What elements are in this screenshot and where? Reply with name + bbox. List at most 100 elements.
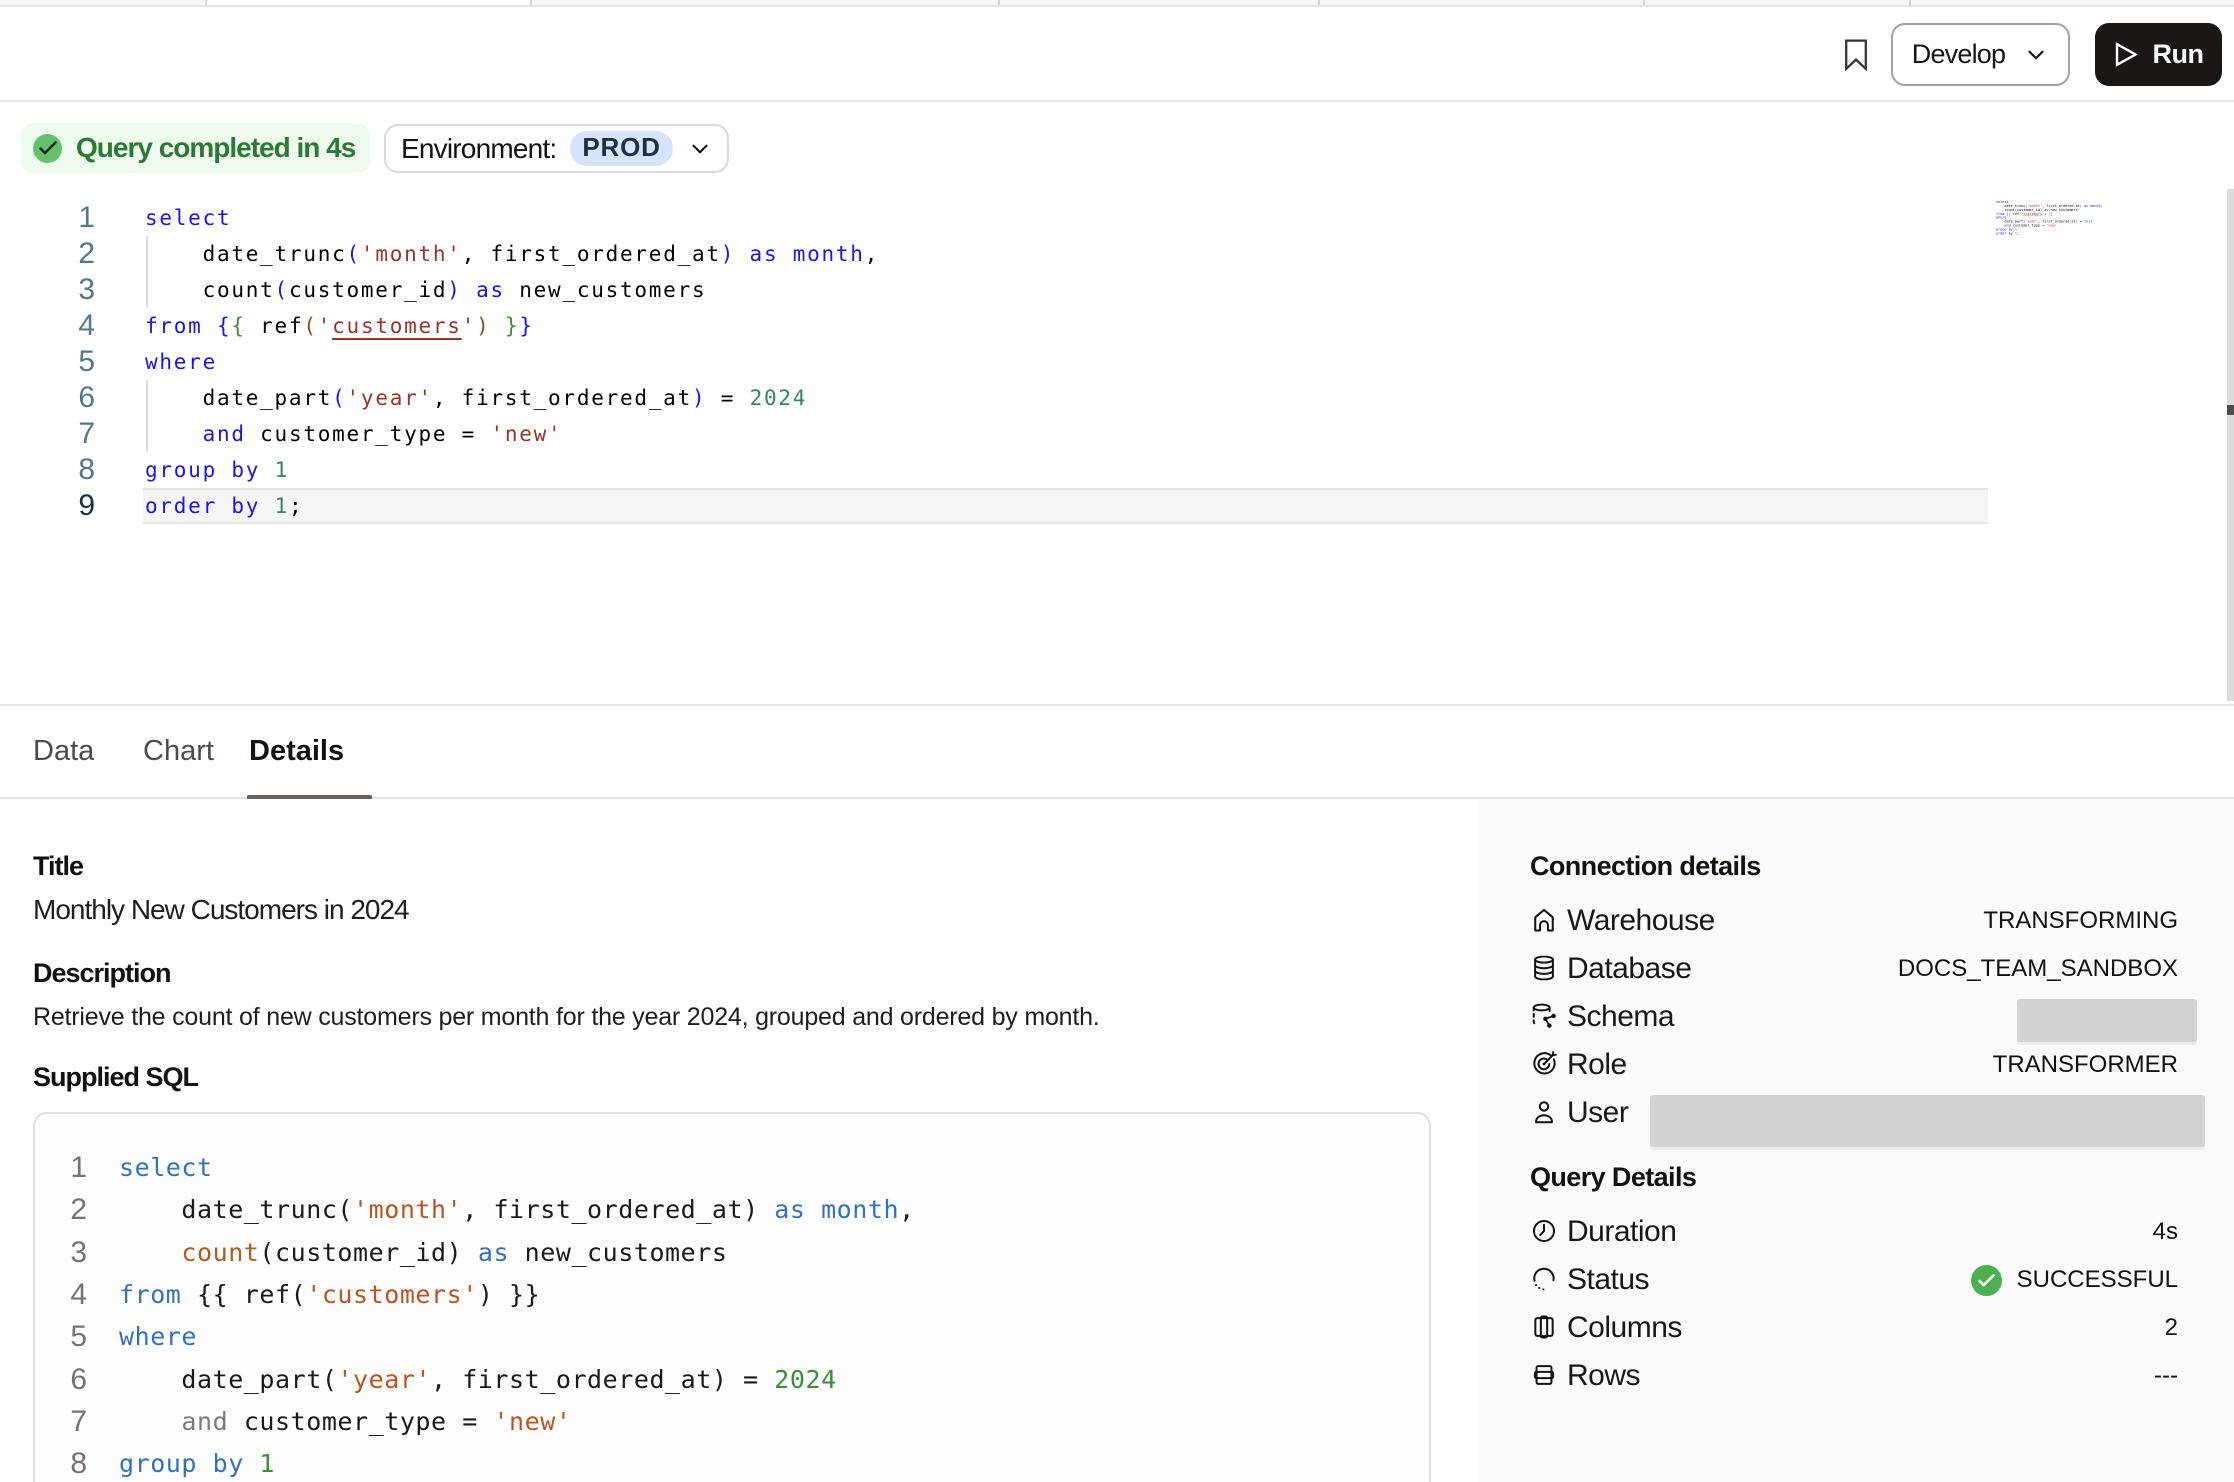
detail-value: 2	[2165, 1304, 2178, 1352]
bookmark-button[interactable]	[1827, 23, 1885, 86]
supplied-sql-code-block: 1 select2 date_trunc('month', first_order…	[33, 1112, 1431, 1482]
editor-line[interactable]: 8 group by 1	[0, 452, 2234, 488]
code-line: from {{ ref('customers') }}	[119, 1274, 540, 1316]
code-line: date_trunc('month', first_ordered_at) as…	[119, 1189, 915, 1231]
develop-button-label: Develop	[1912, 39, 2005, 70]
tab-separator	[530, 0, 532, 5]
editor-line[interactable]: 3 count(customer_id) as new_customers	[0, 272, 2234, 308]
role-icon	[1530, 1050, 1560, 1080]
title-value: Monthly New Customers in 2024	[33, 894, 409, 926]
detail-label: User	[1567, 1089, 1628, 1137]
sql-line: 2 date_trunc('month', first_ordered_at) …	[35, 1189, 1425, 1231]
detail-label: Schema	[1567, 993, 1674, 1041]
code-line: date_part('year', first_ordered_at) = 20…	[119, 1359, 837, 1401]
code-line: count(customer_id) as new_customers	[119, 1232, 727, 1274]
detail-value: TRANSFORMER	[1993, 1041, 2178, 1089]
detail-row: StatusSUCCESSFUL	[1530, 1256, 2234, 1304]
environment-value-badge: PROD	[570, 131, 672, 166]
code-line: where	[119, 1316, 197, 1358]
detail-row: Role TRANSFORMER	[1530, 1041, 2234, 1089]
results-tab-bar: Data Chart Details	[0, 706, 2234, 799]
sql-line: 3 count(customer_id) as new_customers	[35, 1232, 1425, 1274]
indent-guide	[146, 236, 148, 308]
detail-label: Rows	[1567, 1352, 1640, 1400]
detail-row: WarehouseTRANSFORMING	[1530, 897, 2234, 945]
query-status-text: Query completed in 4s	[76, 132, 355, 164]
redacted-value	[2017, 999, 2197, 1042]
line-number: 5	[0, 344, 95, 380]
detail-value: DOCS_TEAM_SANDBOX	[1898, 945, 2178, 993]
line-number: 6	[0, 380, 95, 416]
rows-icon	[1530, 1361, 1560, 1391]
status-value: SUCCESSFUL	[1971, 1256, 2178, 1304]
description-value: Retrieve the count of new customers per …	[33, 1003, 1100, 1032]
detail-label: Duration	[1567, 1208, 1676, 1256]
sql-line: 8group by 1	[35, 1443, 1425, 1482]
editor-line[interactable]: 7 and customer_type = 'new'	[0, 416, 2234, 452]
detail-row: Rows ---	[1530, 1352, 2234, 1400]
code-line: group by 1	[119, 1443, 275, 1482]
run-button-label: Run	[2153, 39, 2204, 70]
sql-line: 4 from {{ ref('customers') }}	[35, 1274, 1425, 1316]
schema-icon	[1530, 1002, 1560, 1032]
environment-selector[interactable]: Environment: PROD	[384, 124, 729, 173]
line-number: 6	[35, 1359, 87, 1401]
detail-row: User	[1530, 1089, 2234, 1137]
detail-value: TRANSFORMING	[1983, 897, 2178, 945]
run-button[interactable]: Run	[2095, 23, 2222, 86]
query-status-pill: Query completed in 4s	[21, 123, 370, 173]
line-number: 8	[0, 452, 95, 488]
tab-details[interactable]: Details	[249, 706, 344, 797]
detail-value: 4s	[2153, 1208, 2178, 1256]
line-number: 7	[0, 416, 95, 452]
editor-scrollbar-thumb[interactable]	[2227, 405, 2234, 415]
chevron-down-icon	[687, 136, 713, 162]
tab-separator	[1643, 0, 1645, 5]
play-icon	[2114, 41, 2139, 68]
editor-minimap[interactable]: select date_trunc('month', first_ordered…	[1996, 200, 2098, 235]
editor-line[interactable]: 2 date_trunc('month', first_ordered_at) …	[0, 236, 2234, 272]
editor-line[interactable]: 1 select	[0, 200, 2234, 236]
code-line: count(customer_id) as new_customers	[145, 272, 706, 308]
tab-chart[interactable]: Chart	[143, 706, 214, 797]
duration-icon	[1530, 1217, 1560, 1247]
status-icon	[1530, 1265, 1560, 1295]
editor-scrollbar[interactable]	[2227, 189, 2234, 701]
check-circle-icon	[33, 134, 62, 163]
detail-label: Role	[1567, 1041, 1627, 1089]
tab-separator	[205, 0, 207, 5]
columns-icon	[1530, 1313, 1560, 1343]
line-number: 1	[35, 1147, 87, 1189]
sql-code-editor[interactable]: 1select2 date_trunc('month', first_order…	[0, 200, 2234, 704]
dbt-ide-page: Develop Run Query completed in 4s Enviro…	[0, 0, 2234, 1482]
supplied-sql-heading: Supplied SQL	[33, 1062, 198, 1093]
line-number: 5	[35, 1316, 87, 1358]
line-number: 2	[0, 236, 95, 272]
develop-dropdown-button[interactable]: Develop	[1891, 23, 2070, 86]
code-line: select	[145, 200, 231, 236]
line-number: 1	[0, 200, 95, 236]
code-line: group by 1	[145, 452, 289, 488]
detail-value: ---	[2154, 1352, 2178, 1400]
line-number: 9	[0, 488, 95, 524]
editor-line[interactable]: 9order by 1;	[0, 488, 2234, 524]
sql-line: 6 date_part('year', first_ordered_at) = …	[35, 1359, 1425, 1401]
line-number: 4	[0, 308, 95, 344]
connection-details-heading: Connection details	[1530, 851, 1761, 882]
active-file-tab[interactable]	[207, 0, 529, 5]
details-right-panel: Connection details WarehouseTRANSFORMING…	[1478, 799, 2234, 1482]
detail-label: Columns	[1567, 1304, 1682, 1352]
editor-line[interactable]: 6 date_part('year', first_ordered_at) = …	[0, 380, 2234, 416]
editor-line[interactable]: 4from {{ ref('customers') }}	[0, 308, 2234, 344]
editor-line[interactable]: 5where	[0, 344, 2234, 380]
code-line: select	[119, 1147, 213, 1189]
code-line: date_trunc('month', first_ordered_at) as…	[145, 236, 879, 272]
line-number: 4	[35, 1274, 87, 1316]
tab-data[interactable]: Data	[33, 706, 94, 797]
details-panel: Title Monthly New Customers in 2024 Desc…	[0, 799, 2234, 1482]
description-heading: Description	[33, 958, 171, 989]
detail-row: DatabaseDOCS_TEAM_SANDBOX	[1530, 945, 2234, 993]
bookmark-icon	[1844, 39, 1868, 71]
detail-row: Duration 4s	[1530, 1208, 2234, 1256]
open-file-tab-strip[interactable]	[0, 0, 2234, 7]
